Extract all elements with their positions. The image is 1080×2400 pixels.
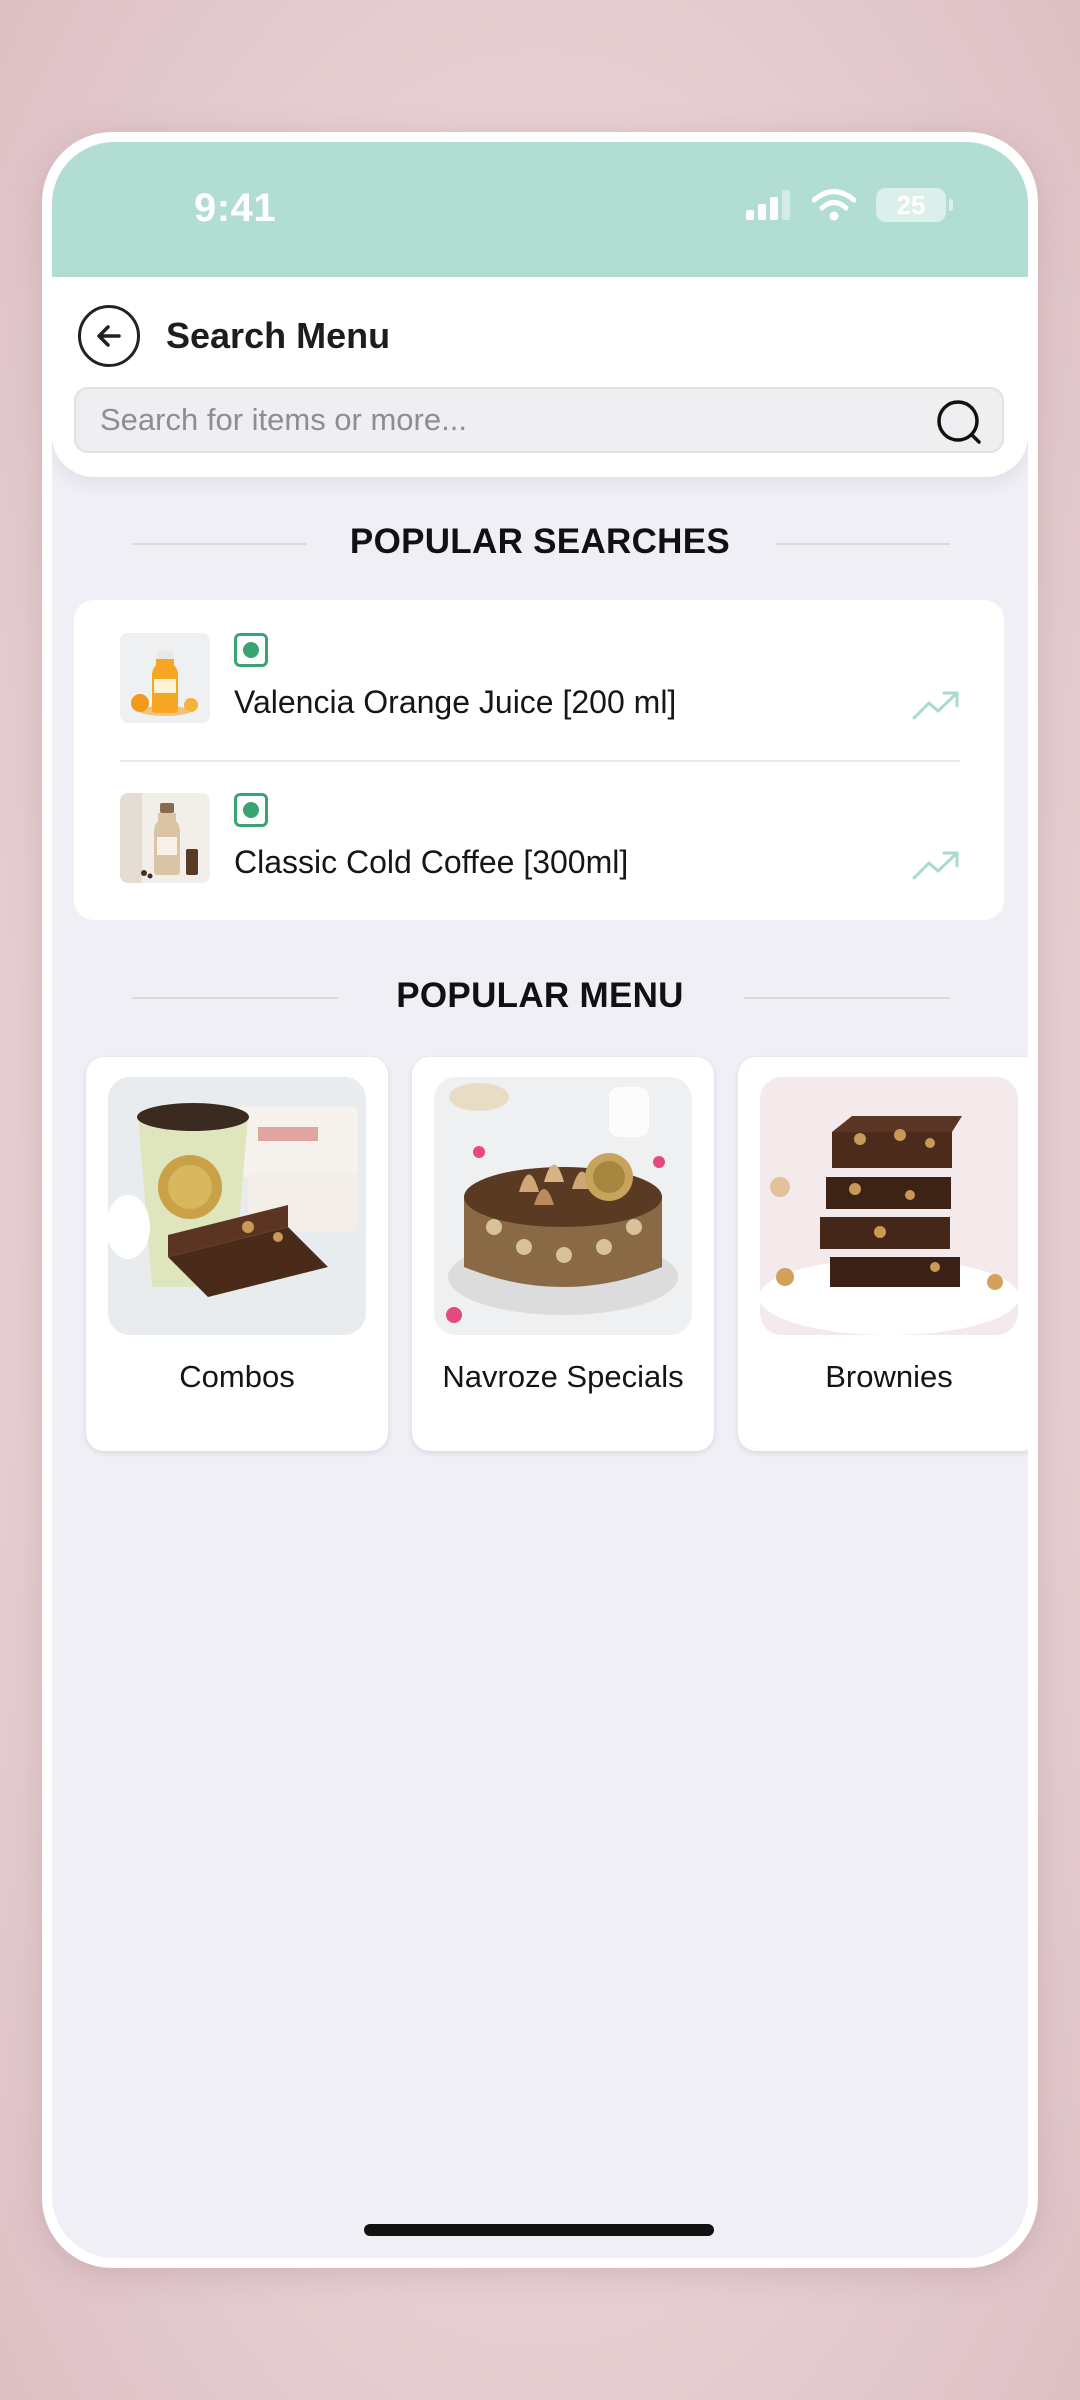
popular-menu-heading: POPULAR MENU: [396, 976, 684, 1015]
veg-icon: [234, 633, 268, 667]
menu-category-card[interactable]: Navroze Specials: [412, 1057, 714, 1451]
veg-icon: [234, 793, 268, 827]
status-bar: 9:41 25: [52, 142, 1028, 277]
arrow-left-icon: [97, 325, 121, 347]
trending-up-icon: [912, 851, 959, 880]
heading-divider-right: [744, 997, 950, 999]
item-name: Classic Cold Coffee [300ml]: [234, 844, 629, 880]
trending-up-icon: [912, 691, 959, 720]
wifi-icon: [812, 189, 856, 221]
category-label: Navroze Specials: [442, 1359, 684, 1394]
battery-icon: 25: [876, 188, 953, 222]
heading-divider-right: [776, 543, 950, 545]
back-button[interactable]: [78, 305, 140, 367]
category-label: Combos: [179, 1359, 295, 1394]
page-title: Search Menu: [166, 315, 391, 356]
category-image: [760, 1077, 1018, 1335]
home-indicator[interactable]: [364, 2224, 714, 2236]
menu-category-card[interactable]: Brownies: [738, 1057, 1028, 1451]
status-icons: 25: [744, 188, 953, 222]
search-icon[interactable]: [934, 397, 984, 447]
status-time: 9:41: [194, 186, 277, 230]
popular-searches-heading: POPULAR SEARCHES: [349, 522, 731, 561]
search-input[interactable]: [100, 389, 920, 451]
search-header: Search Menu: [52, 277, 1028, 477]
category-image: [108, 1077, 366, 1335]
popular-searches-list: Valencia Orange Juice [200 ml] Classic C…: [74, 600, 1004, 920]
popular-search-item[interactable]: Valencia Orange Juice [200 ml]: [120, 600, 960, 760]
category-label: Brownies: [825, 1359, 953, 1394]
cellular-signal-icon: [746, 190, 790, 220]
item-thumbnail: [120, 633, 210, 723]
menu-category-card[interactable]: Combos: [86, 1057, 388, 1451]
category-image: [434, 1077, 692, 1335]
item-thumbnail: [120, 793, 210, 883]
item-name: Valencia Orange Juice [200 ml]: [234, 684, 677, 720]
phone-frame: 9:41 25 Search Menu Search for items or …: [42, 132, 1038, 2268]
popular-search-item[interactable]: Classic Cold Coffee [300ml]: [120, 760, 960, 920]
app-screen: 9:41 25 Search Menu Search for items or …: [52, 142, 1028, 2258]
search-bar[interactable]: [74, 387, 1004, 453]
